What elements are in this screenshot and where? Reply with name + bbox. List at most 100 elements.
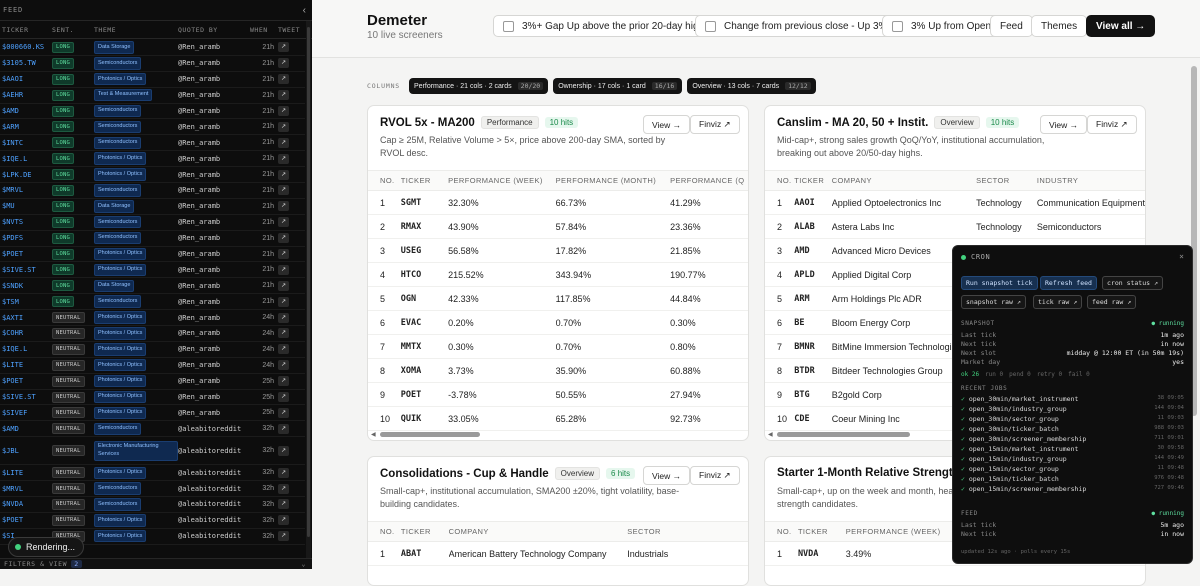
feed-row[interactable]: $SNDK LONG Data Storage @Ren_aramb 21h ↗ (0, 278, 305, 295)
tweet-link-icon[interactable]: ↗ (278, 499, 289, 510)
table-row[interactable]: 4 HTCO 215.52% 343.94% 190.77% (368, 262, 748, 287)
feed-row[interactable]: $POET NEUTRAL Photonics / Optics @aleabitor… (0, 513, 305, 529)
table-header-cell[interactable]: COMPANY (831, 170, 977, 191)
col-when[interactable]: WHEN (250, 26, 278, 34)
feed-row[interactable]: $000660.KS LONG Data Storage @Ren_aramb 21h ↗ (0, 40, 305, 56)
tweet-link-icon[interactable]: ↗ (278, 423, 289, 434)
feed-row[interactable]: $MRVL LONG Semiconductors @Ren_aramb 21h ↗ (0, 183, 305, 199)
close-icon[interactable]: × (1179, 252, 1184, 261)
feed-row[interactable]: $NVDA NEUTRAL Semiconductors @aleabitoreddi… (0, 497, 305, 513)
feed-row[interactable]: $AMD LONG Semiconductors @Ren_aramb 21h ↗ (0, 104, 305, 120)
table-header-cell[interactable]: NO. (765, 521, 798, 542)
feed-ticker[interactable]: $AMD (0, 107, 52, 115)
feed-row[interactable]: $POET NEUTRAL Photonics / Optics @Ren_aramb… (0, 374, 305, 390)
tweet-link-icon[interactable]: ↗ (278, 217, 289, 228)
col-theme[interactable]: THEME (94, 26, 178, 34)
feed-row[interactable]: $LITE NEUTRAL Photonics / Optics @Ren_aramb… (0, 358, 305, 374)
view-button[interactable]: View → (643, 115, 691, 134)
view-all-button[interactable]: View all → (1086, 15, 1156, 37)
scroll-left-icon[interactable]: ◀ (371, 431, 376, 438)
feed-row[interactable]: $JBL NEUTRAL Electronic Manufacturing Serv… (0, 437, 305, 466)
feed-row[interactable]: $IQE.L NEUTRAL Photonics / Optics @Ren_aram… (0, 342, 305, 358)
finviz-button[interactable]: Finviz ↗ (690, 466, 740, 485)
refresh-feed-button[interactable]: Refresh feed (1040, 276, 1097, 290)
tweet-link-icon[interactable]: ↗ (278, 233, 289, 244)
table-header-cell[interactable]: NO. (368, 170, 401, 191)
chevron-left-icon[interactable]: ‹ (303, 5, 306, 16)
tweet-link-icon[interactable]: ↗ (278, 483, 289, 494)
feed-ticker[interactable]: $TSM (0, 298, 52, 306)
feed-row[interactable]: $NVTS LONG Semiconductors @Ren_aramb 21h ↗ (0, 215, 305, 231)
tweet-link-icon[interactable]: ↗ (278, 137, 289, 148)
feed-row[interactable]: $MRVL NEUTRAL Semiconductors @aleabitoreddi… (0, 481, 305, 498)
table-header-cell[interactable]: SECTOR (976, 170, 1037, 191)
feed-ticker[interactable]: $SIVE.ST (0, 393, 52, 401)
table-header-cell[interactable]: NO. (765, 170, 795, 191)
tweet-link-icon[interactable]: ↗ (278, 376, 289, 387)
tweet-link-icon[interactable]: ↗ (278, 312, 289, 323)
checkbox-icon[interactable] (503, 20, 514, 32)
table-header-cell[interactable]: PERFORMANCE (MONTH) (555, 170, 671, 191)
table-header-cell[interactable]: PERFORMANCE (WEEK) (448, 170, 556, 191)
tweet-link-icon[interactable]: ↗ (278, 249, 289, 260)
feed-ticker[interactable]: $MU (0, 202, 52, 210)
tweet-link-icon[interactable]: ↗ (278, 392, 289, 403)
table-row[interactable]: 8 XOMA 3.73% 35.90% 60.88% (368, 358, 748, 383)
columns-pill-performance[interactable]: Performance · 21 cols · 2 cards 20/20 (409, 78, 549, 94)
feed-ticker[interactable]: $SIVE.ST (0, 266, 52, 274)
snapshot-raw-link[interactable]: snapshot raw ↗ (961, 295, 1026, 309)
table-row[interactable]: 1 AAOI Applied Optoelectronics Inc Technolo… (765, 190, 1145, 215)
tweet-link-icon[interactable]: ↗ (278, 153, 289, 164)
columns-pill-overview[interactable]: Overview · 13 cols · 7 cards 12/12 (687, 78, 816, 94)
tweet-link-icon[interactable]: ↗ (278, 169, 289, 180)
feed-ticker[interactable]: $NVTS (0, 218, 52, 226)
tweet-link-icon[interactable]: ↗ (278, 121, 289, 132)
feed-row[interactable]: $LITE NEUTRAL Photonics / Optics @aleabitor… (0, 465, 305, 482)
tweet-link-icon[interactable]: ↗ (278, 58, 289, 69)
feed-ticker[interactable]: $POET (0, 250, 52, 258)
table-header-cell[interactable]: INDUSTRY (1036, 170, 1145, 191)
feed-row[interactable]: $IQE.L LONG Photonics / Optics @Ren_aramb 21… (0, 151, 305, 168)
feed-row[interactable]: $INTC LONG Semiconductors @Ren_aramb 21h ↗ (0, 135, 305, 152)
table-row[interactable]: 10 QUIK 33.05% 65.28% 92.73% (368, 406, 748, 431)
tweet-link-icon[interactable]: ↗ (278, 445, 289, 456)
tweet-link-icon[interactable]: ↗ (278, 106, 289, 116)
feed-ticker[interactable]: $LPK.DE (0, 171, 52, 179)
feed-row[interactable]: $3105.TW LONG Semiconductors @Ren_aramb 21h ↗ (0, 56, 305, 72)
run-snapshot-button[interactable]: Run snapshot tick (961, 276, 1038, 290)
feed-scrollbar[interactable] (306, 21, 311, 561)
col-tweet[interactable]: TWEET (278, 26, 304, 34)
finviz-button[interactable]: Finviz ↗ (690, 115, 740, 134)
tweet-link-icon[interactable]: ↗ (278, 201, 289, 212)
feed-row[interactable]: $AEHR LONG Test & Measurement @Ren_aramb 21h… (0, 88, 305, 104)
feed-ticker[interactable]: $PDFS (0, 234, 52, 242)
feed-row[interactable]: $PDFS LONG Semiconductors @Ren_aramb 21h ↗ (0, 231, 305, 247)
horizontal-scrollbar[interactable] (777, 432, 910, 437)
feed-ticker[interactable]: $POET (0, 377, 52, 385)
feed-row[interactable]: $LPK.DE LONG Photonics / Optics @Ren_aramb 2… (0, 167, 305, 184)
tick-raw-link[interactable]: tick raw ↗ (1033, 295, 1083, 309)
feed-ticker[interactable]: $IQE.L (0, 155, 52, 163)
tweet-link-icon[interactable]: ↗ (278, 407, 289, 418)
table-row[interactable]: 7 MMTX 0.30% 0.70% 0.80% (368, 334, 748, 359)
tweet-link-icon[interactable]: ↗ (278, 467, 289, 478)
table-header-cell[interactable]: TICKER (400, 170, 449, 191)
tweet-link-icon[interactable]: ↗ (278, 296, 289, 307)
tweet-link-icon[interactable]: ↗ (278, 360, 289, 371)
feed-row[interactable]: $AMD NEUTRAL Semiconductors @aleabitoreddit… (0, 421, 305, 438)
feed-ticker[interactable]: $AAOI (0, 75, 52, 83)
feed-ticker[interactable]: $SIVEF (0, 409, 52, 417)
table-header-cell[interactable]: TICKER (797, 521, 846, 542)
cron-status-link[interactable]: cron status ↗ (1102, 276, 1163, 290)
chevron-down-icon[interactable]: ⌄ (301, 560, 306, 568)
feed-row[interactable]: $MU LONG Data Storage @Ren_aramb 21h ↗ (0, 199, 305, 215)
tweet-link-icon[interactable]: ↗ (278, 74, 289, 85)
columns-pill-ownership[interactable]: Ownership · 17 cols · 1 card 16/16 (553, 78, 683, 94)
filter-change-prev-close[interactable]: Change from previous close - Up 3% (695, 15, 898, 37)
view-button[interactable]: View → (1040, 115, 1088, 134)
feed-button[interactable]: Feed (990, 15, 1033, 37)
feed-row[interactable]: $POET LONG Photonics / Optics @Ren_aramb 21h… (0, 247, 305, 263)
themes-button[interactable]: Themes (1031, 15, 1088, 37)
feed-ticker[interactable]: $AEHR (0, 91, 52, 99)
feed-ticker[interactable]: $000660.KS (0, 43, 52, 51)
